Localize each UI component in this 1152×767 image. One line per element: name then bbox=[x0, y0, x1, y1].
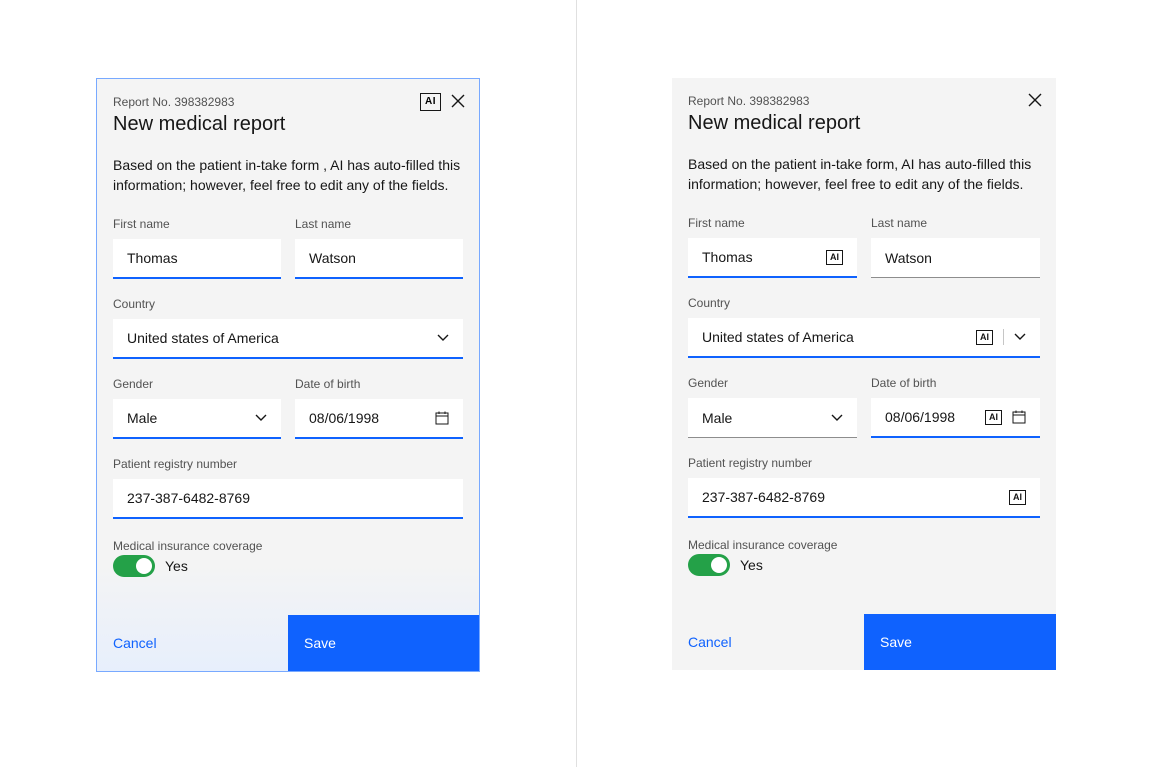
page-title: New medical report bbox=[688, 112, 1040, 135]
registry-label: Patient registry number bbox=[113, 457, 463, 471]
gender-label: Gender bbox=[688, 376, 857, 390]
medical-report-card-left: AI Report No. 398382983 New medical repo… bbox=[96, 78, 480, 672]
dob-input[interactable]: 08/06/1998 AI bbox=[871, 398, 1040, 438]
insurance-label: Medical insurance coverage bbox=[113, 539, 262, 553]
ai-icon: AI bbox=[976, 330, 993, 345]
dob-label: Date of birth bbox=[295, 377, 463, 391]
report-number: Report No. 398382983 bbox=[113, 95, 463, 109]
last-name-value: Watson bbox=[885, 250, 1026, 266]
calendar-icon bbox=[1012, 410, 1026, 424]
country-select[interactable]: United states of America bbox=[113, 319, 463, 359]
registry-label: Patient registry number bbox=[688, 456, 1040, 470]
country-label: Country bbox=[113, 297, 463, 311]
first-name-value: Thomas bbox=[702, 249, 826, 265]
last-name-input[interactable]: Watson bbox=[295, 239, 463, 279]
first-name-value: Thomas bbox=[127, 250, 267, 266]
ai-icon: AI bbox=[826, 250, 843, 265]
chevron-down-icon bbox=[831, 414, 843, 422]
gender-value: Male bbox=[702, 410, 831, 426]
cancel-button[interactable]: Cancel bbox=[97, 615, 288, 671]
dob-input[interactable]: 08/06/1998 bbox=[295, 399, 463, 439]
close-icon[interactable] bbox=[1028, 92, 1042, 110]
medical-report-card-right: Report No. 398382983 New medical report … bbox=[672, 78, 1056, 670]
save-button[interactable]: Save bbox=[288, 615, 479, 671]
cancel-button[interactable]: Cancel bbox=[672, 614, 864, 670]
last-name-label: Last name bbox=[871, 216, 1040, 230]
chevron-down-icon bbox=[255, 414, 267, 422]
last-name-label: Last name bbox=[295, 217, 463, 231]
first-name-label: First name bbox=[113, 217, 281, 231]
separator bbox=[1003, 329, 1004, 345]
chevron-down-icon bbox=[1014, 333, 1026, 341]
gender-select[interactable]: Male bbox=[113, 399, 281, 439]
chevron-down-icon bbox=[437, 334, 449, 342]
country-value: United states of America bbox=[702, 329, 976, 345]
insurance-toggle[interactable] bbox=[688, 554, 730, 576]
first-name-input[interactable]: Thomas bbox=[113, 239, 281, 279]
first-name-label: First name bbox=[688, 216, 857, 230]
gender-select[interactable]: Male bbox=[688, 398, 857, 438]
dob-label: Date of birth bbox=[871, 376, 1040, 390]
ai-icon: AI bbox=[1009, 490, 1026, 505]
registry-value: 237-387-6482-8769 bbox=[127, 490, 449, 506]
dob-value: 08/06/1998 bbox=[309, 410, 435, 426]
vertical-divider bbox=[576, 0, 577, 767]
gender-label: Gender bbox=[113, 377, 281, 391]
report-number: Report No. 398382983 bbox=[688, 94, 1040, 108]
registry-input[interactable]: 237-387-6482-8769 bbox=[113, 479, 463, 519]
description-text: Based on the patient in-take form, AI ha… bbox=[688, 155, 1040, 194]
last-name-value: Watson bbox=[309, 250, 449, 266]
last-name-input[interactable]: Watson bbox=[871, 238, 1040, 278]
first-name-input[interactable]: Thomas AI bbox=[688, 238, 857, 278]
save-button[interactable]: Save bbox=[864, 614, 1056, 670]
insurance-toggle[interactable] bbox=[113, 555, 155, 577]
registry-value: 237-387-6482-8769 bbox=[702, 489, 1009, 505]
ai-icon: AI bbox=[985, 410, 1002, 425]
insurance-value: Yes bbox=[740, 557, 763, 573]
gender-value: Male bbox=[127, 410, 255, 426]
country-label: Country bbox=[688, 296, 1040, 310]
close-icon[interactable] bbox=[451, 93, 465, 111]
insurance-value: Yes bbox=[165, 558, 188, 574]
calendar-icon bbox=[435, 411, 449, 425]
country-value: United states of America bbox=[127, 330, 437, 346]
country-select[interactable]: United states of America AI bbox=[688, 318, 1040, 358]
ai-icon: AI bbox=[420, 93, 441, 111]
registry-input[interactable]: 237-387-6482-8769 AI bbox=[688, 478, 1040, 518]
page-title: New medical report bbox=[113, 113, 463, 136]
dob-value: 08/06/1998 bbox=[885, 409, 985, 425]
description-text: Based on the patient in-take form , AI h… bbox=[113, 156, 463, 195]
insurance-label: Medical insurance coverage bbox=[688, 538, 837, 552]
